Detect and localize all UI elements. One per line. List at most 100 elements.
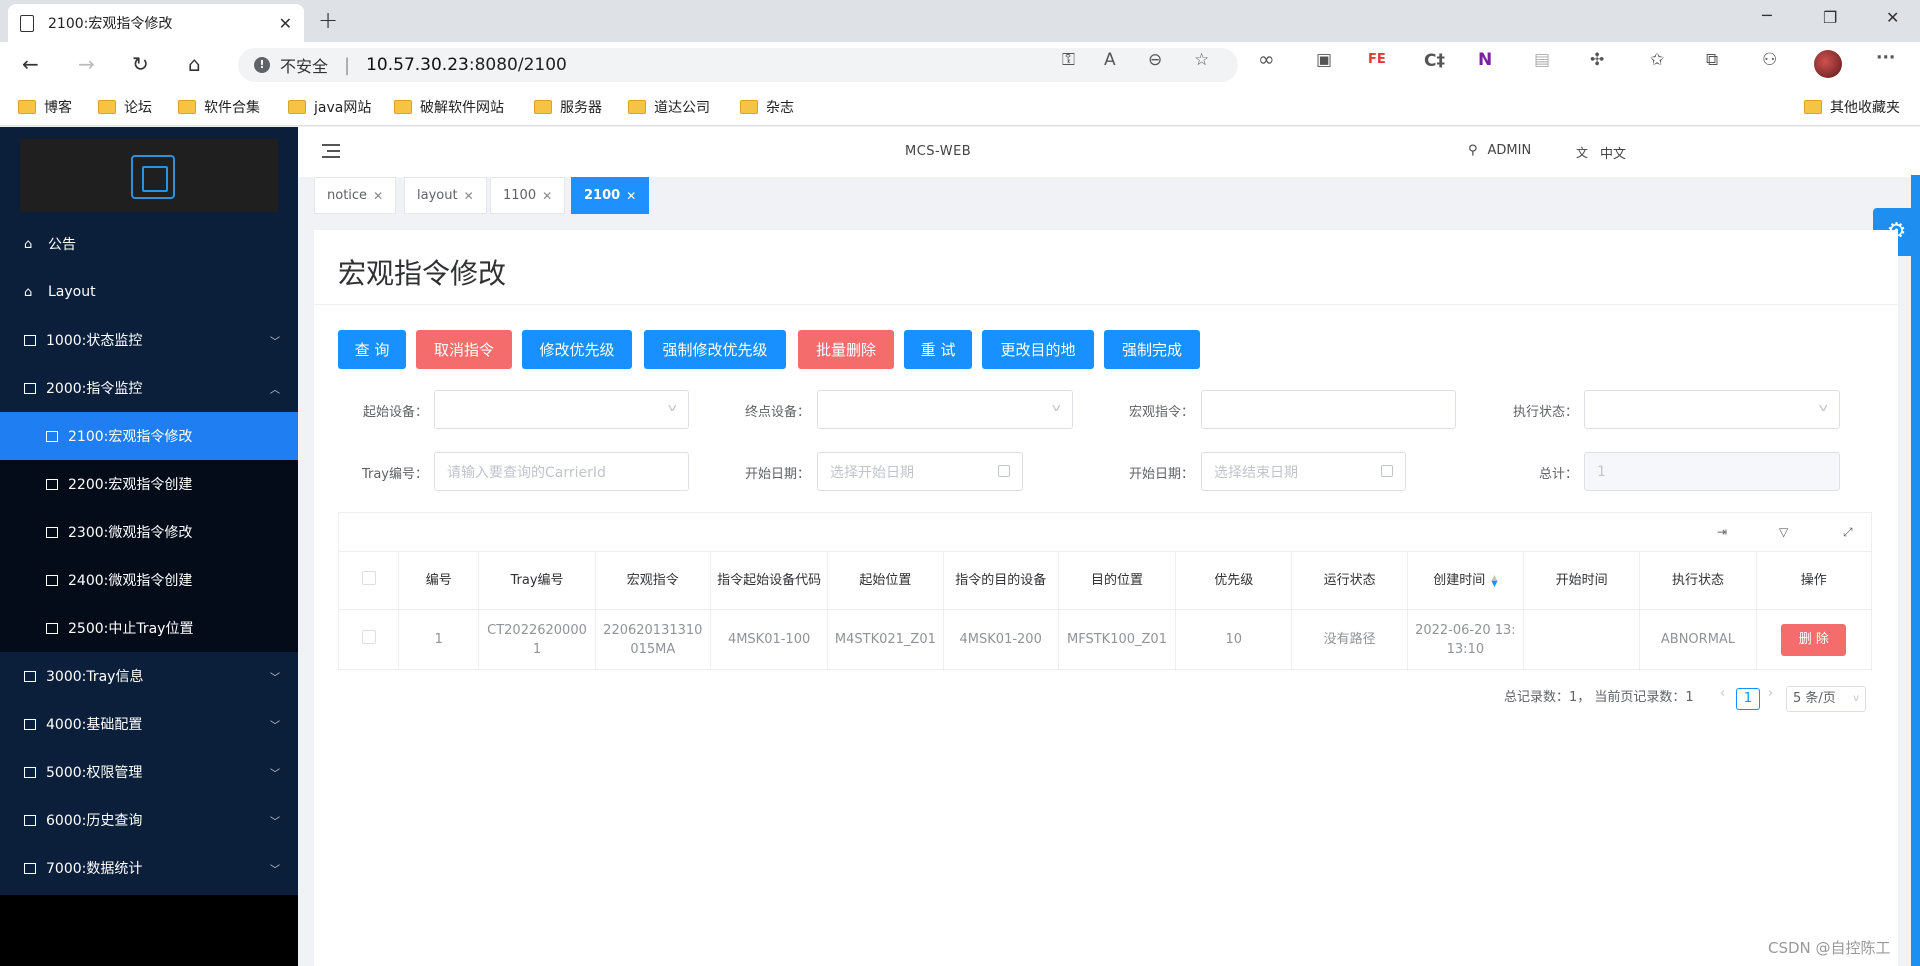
translate-extension-icon[interactable]: ▤ [1534,50,1550,70]
minimize-icon[interactable]: ─ [1762,6,1772,25]
tag-notice[interactable]: notice ✕ [314,177,397,214]
end-device-select[interactable]: v [817,390,1073,429]
force-complete-button[interactable]: 强制完成 [1104,330,1200,369]
row-checkbox[interactable] [361,629,376,644]
close-tab-icon[interactable]: ✕ [279,14,292,33]
infinity-icon[interactable]: ∞ [1258,47,1275,71]
exec-status-label: 执行状态： [1512,405,1578,420]
menu-icon [46,526,58,538]
sidebar-item-4000[interactable]: 4000:基础配置 ﹀ [0,700,298,748]
bookmark-folder[interactable]: 杂志 [740,97,794,117]
forward-icon[interactable]: → [78,52,95,76]
macro-command-input[interactable] [1201,390,1456,429]
tray-number-input[interactable]: 请输入要查询的CarrierId [434,452,689,491]
sidebar-item-notice[interactable]: ⌂ 公告 [0,220,298,268]
sidebar-item-2400[interactable]: 2400:微观指令创建 [0,556,298,604]
export-icon[interactable]: ⇥ [1717,525,1727,539]
close-icon[interactable]: ✕ [373,189,383,203]
bookmark-folder[interactable]: 论坛 [98,97,152,117]
delete-button[interactable]: 删 除 [1781,623,1847,656]
start-date-picker[interactable]: 选择开始日期 [817,452,1023,491]
sidebar-item-6000[interactable]: 6000:历史查询 ﹀ [0,796,298,844]
bookmark-folder[interactable]: 服务器 [534,97,602,117]
bookmark-folder-other[interactable]: 其他收藏夹 [1804,97,1900,117]
end-date-picker[interactable]: 选择结束日期 [1201,452,1406,491]
collections-icon[interactable]: ⧉ [1706,50,1718,70]
bookmark-folder[interactable]: 道达公司 [628,97,710,117]
cell-src-device: 4MSK01-100 [709,609,829,670]
bookmark-folder[interactable]: java网站 [288,97,371,117]
column-header-sortable[interactable]: 创建时间 ▲ ▼ [1406,551,1525,610]
fullscreen-icon[interactable]: ⤢ [1843,525,1853,540]
favorites-icon[interactable]: ✩ [1650,50,1664,70]
menu-toggle-icon[interactable] [322,144,340,158]
exec-status-select[interactable]: v [1584,390,1840,429]
prev-page-icon[interactable]: ‹ [1720,686,1725,701]
close-icon[interactable]: ✕ [626,189,636,203]
change-destination-button[interactable]: 更改目的地 [982,330,1094,369]
table-row[interactable]: 1 CT20226200001 220620131310015MA 4MSK01… [337,609,1873,670]
reload-icon[interactable]: ↻ [132,52,149,76]
window-close-icon[interactable]: ✕ [1886,8,1899,27]
language-switch[interactable]: 文中文 [1576,143,1626,162]
onenote-extension-icon[interactable]: N [1478,50,1492,70]
extension-icon[interactable]: ▣ [1316,50,1332,70]
home-icon[interactable]: ⌂ [188,52,201,76]
profile-avatar[interactable] [1814,50,1842,78]
scrollbar[interactable] [1911,175,1920,966]
zoom-icon[interactable]: ⊖ [1148,50,1162,70]
page-number[interactable]: 1 [1736,688,1760,710]
favorite-add-icon[interactable]: ☆ [1194,50,1209,70]
sidebar-item-3000[interactable]: 3000:Tray信息 ﹀ [0,652,298,700]
sidebar-item-2200[interactable]: 2200:宏观指令创建 [0,460,298,508]
tag-layout[interactable]: layout ✕ [404,177,487,214]
page-size-select[interactable]: 5 条/页 v [1786,686,1866,712]
sidebar-item-2300[interactable]: 2300:微观指令修改 [0,508,298,556]
tag-2100[interactable]: 2100 ✕ [571,177,650,214]
restore-icon[interactable]: ❐ [1823,8,1837,27]
retry-button[interactable]: 重 试 [904,330,972,369]
menu-icon [46,622,58,634]
tag-label: 2100 [584,188,621,203]
filter-icon[interactable]: ▽ [1779,525,1788,539]
sidebar-item-2100[interactable]: 2100:宏观指令修改 [0,412,298,460]
modify-priority-button[interactable]: 修改优先级 [522,330,632,369]
more-menu-icon[interactable]: ··· [1876,48,1895,68]
sidebar-item-layout[interactable]: ⌂ Layout [0,268,298,316]
c-extension-icon[interactable]: C‡ [1424,51,1445,71]
column-header: 运行状态 [1291,551,1408,610]
batch-delete-button[interactable]: 批量删除 [798,330,894,369]
sidebar-item-7000[interactable]: 7000:数据统计 ﹀ [0,844,298,892]
close-icon[interactable]: ✕ [542,189,552,203]
bookmark-folder[interactable]: 博客 [18,97,72,117]
tag-1100[interactable]: 1100 ✕ [490,177,566,214]
sidebar-item-2000[interactable]: 2000:指令监控 ︿ [0,364,298,412]
start-device-select[interactable]: v [434,390,689,429]
new-tab-button[interactable]: + [318,6,338,34]
force-modify-priority-button[interactable]: 强制修改优先级 [644,330,786,369]
user-menu[interactable]: ⚲ ADMIN [1468,143,1531,158]
cancel-command-button[interactable]: 取消指令 [416,330,512,369]
select-all-checkbox[interactable] [361,570,376,585]
fe-extension-icon[interactable]: FE [1368,52,1386,67]
bookmark-folder[interactable]: 破解软件网站 [394,97,504,117]
query-button[interactable]: 查 询 [338,330,406,369]
read-aloud-icon[interactable]: A [1104,50,1116,70]
puzzle-icon[interactable]: ✣ [1590,50,1604,70]
sidebar-item-label: Layout [48,284,96,300]
next-page-icon[interactable]: › [1768,686,1773,701]
sort-icon[interactable]: ▲ ▼ [1491,573,1497,587]
url-path: :8080/2100 [468,55,567,75]
key-icon[interactable]: ⚿ [1062,50,1075,70]
sidebar-item-1000[interactable]: 1000:状态监控 ﹀ [0,316,298,364]
back-icon[interactable]: ← [22,52,39,76]
sidebar-item-2500[interactable]: 2500:中止Tray位置 [0,604,298,652]
start-device-label: 起始设备： [362,405,428,420]
menu-icon [24,718,36,730]
url-field[interactable]: ! 不安全 | 10.57.30.23:8080/2100 [238,48,1238,82]
bookmark-folder[interactable]: 软件合集 [178,97,260,117]
close-icon[interactable]: ✕ [464,189,474,203]
browser-tab[interactable]: 2100:宏观指令修改 ✕ [8,4,304,42]
share-icon[interactable]: ⚇ [1762,50,1777,70]
sidebar-item-5000[interactable]: 5000:权限管理 ﹀ [0,748,298,796]
